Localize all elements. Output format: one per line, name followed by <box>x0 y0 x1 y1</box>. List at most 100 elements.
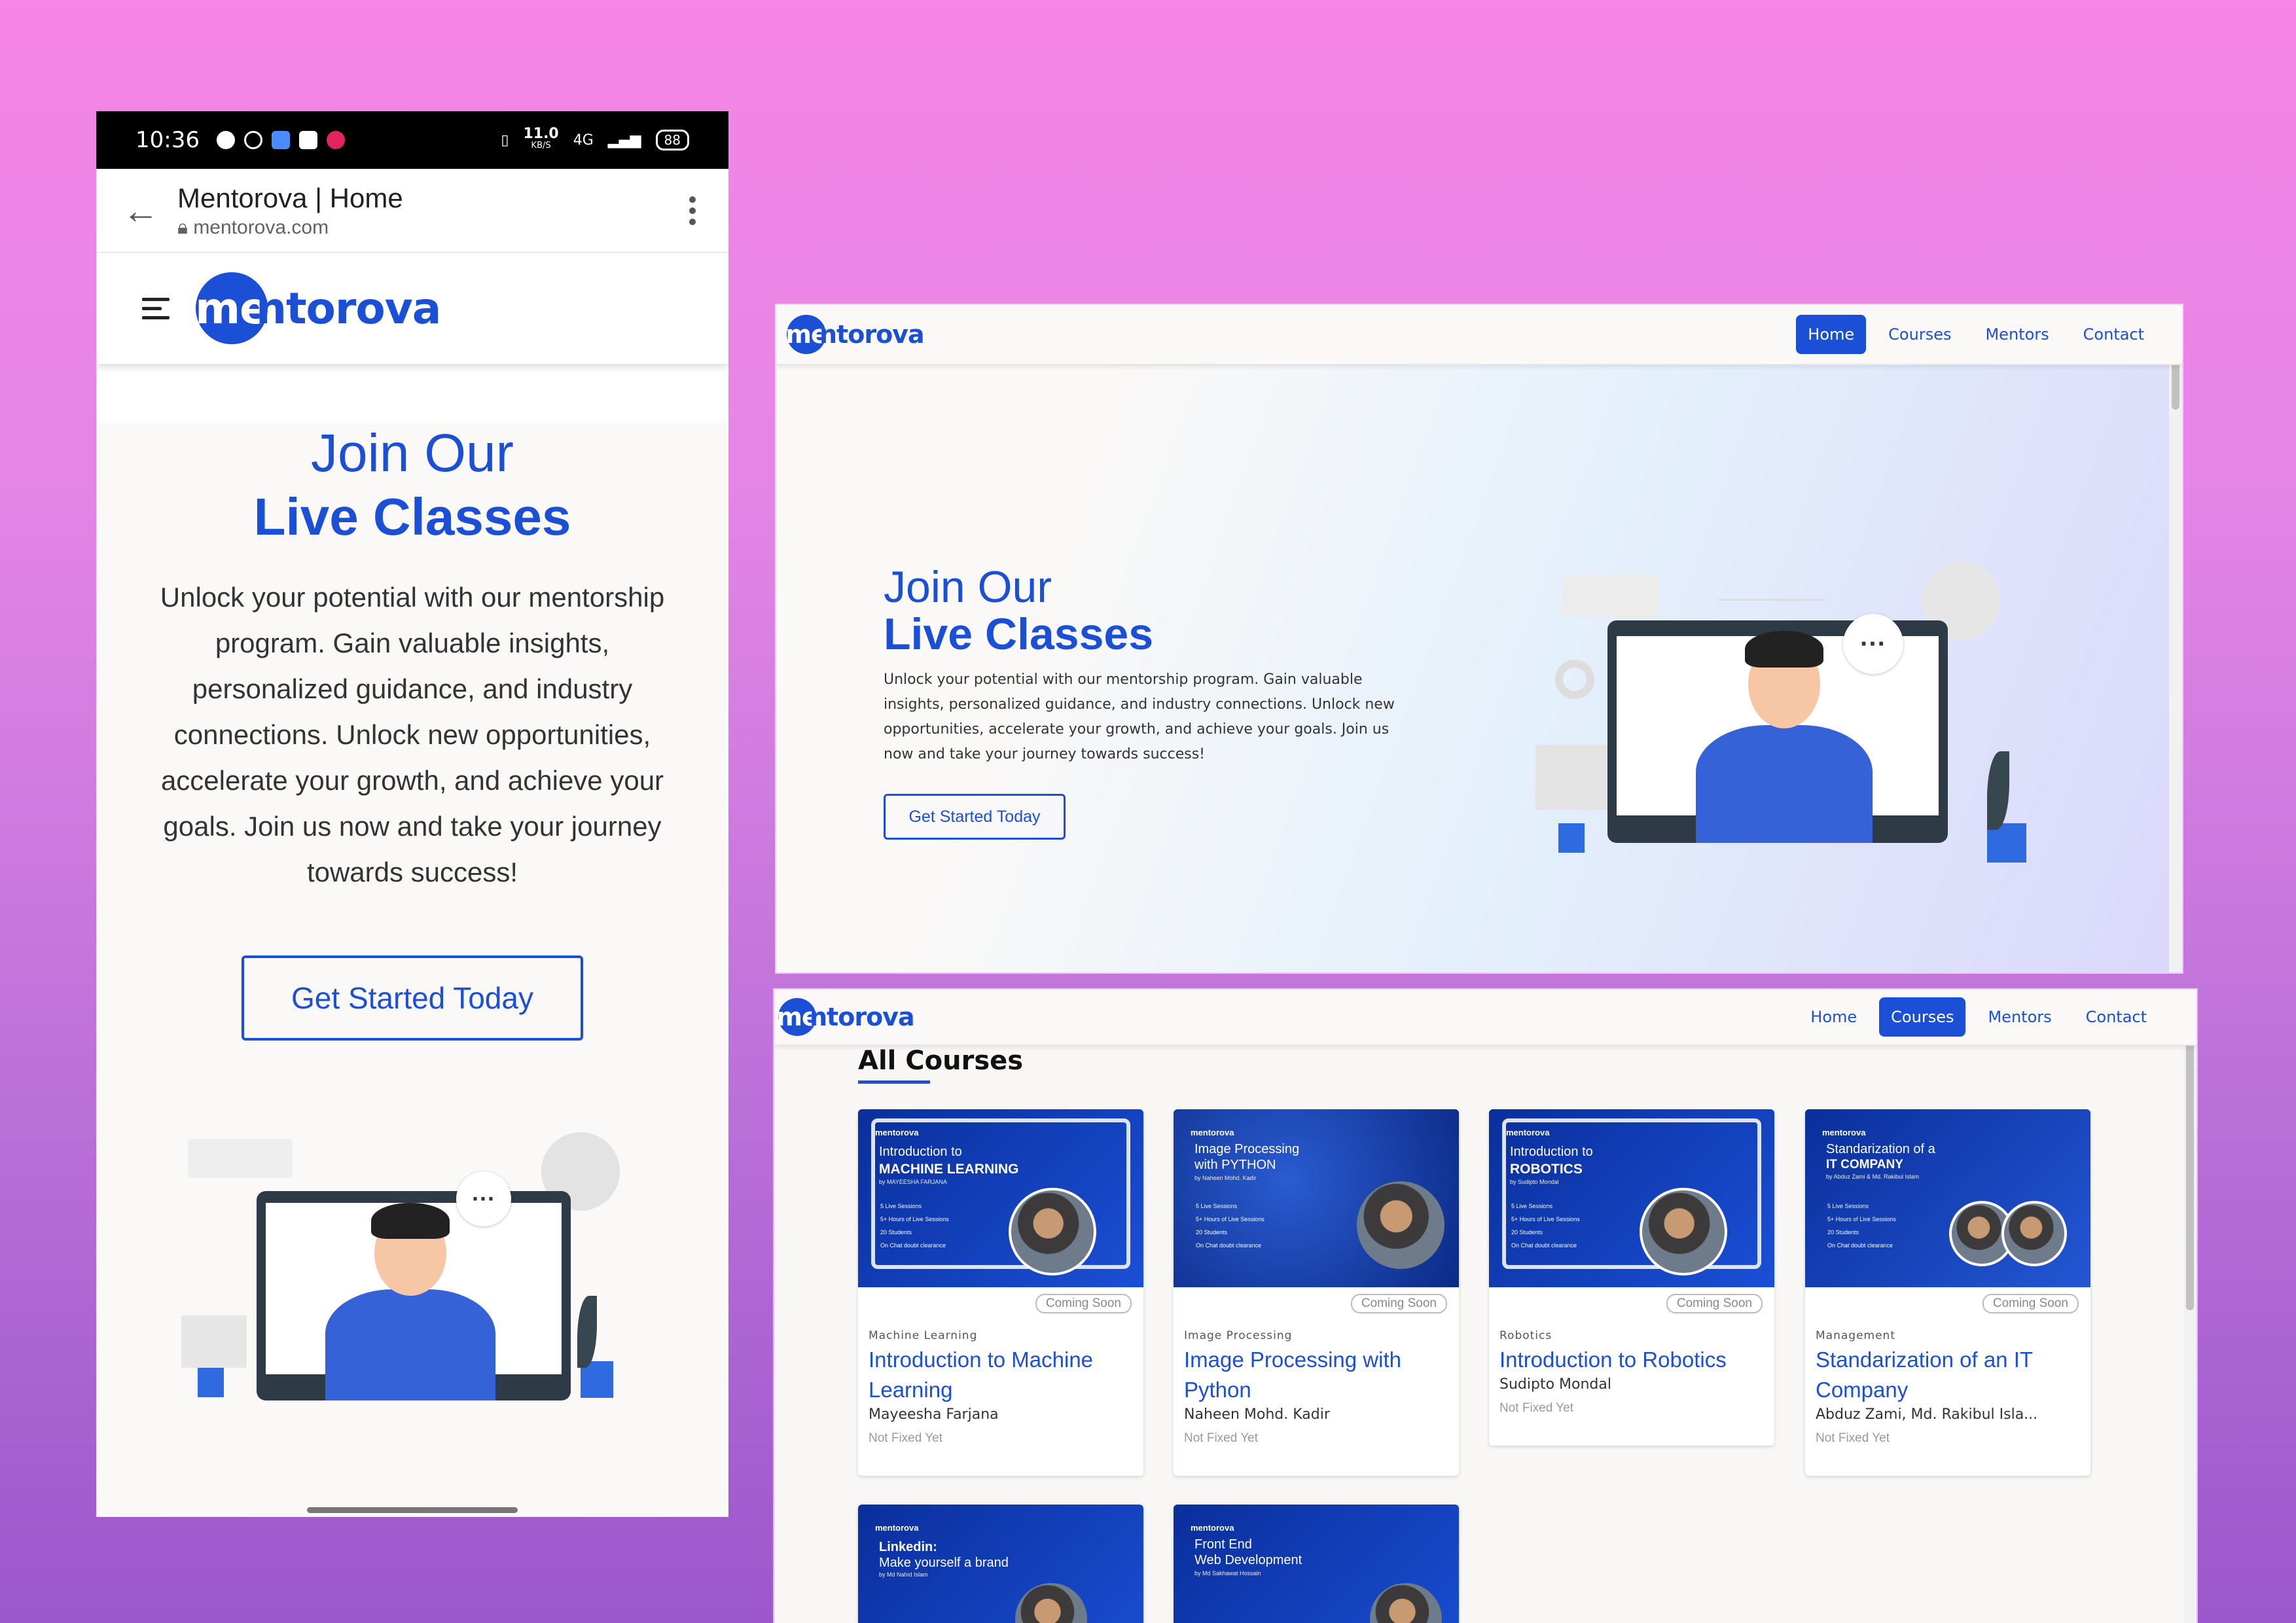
desktop-courses-window: me ntorova Home Courses Mentors Contact … <box>774 990 2197 1623</box>
bullet: 5+ Hours of Live Sessions <box>1196 1216 1265 1222</box>
deco-bars <box>1719 568 1823 601</box>
thumb-bullets: 5 Live Sessions 5+ Hours of Live Sessions… <box>1196 1200 1265 1252</box>
course-author: Naheen Mohd. Kadir <box>1184 1406 1330 1423</box>
deco-donut <box>1555 660 1594 699</box>
panda-icon <box>326 131 345 149</box>
status-time: 10:36 <box>135 127 200 153</box>
phone-screenshot: 10:36 ▯ 11.0 KB/S 4G ▂▄▆ 88 ← Mentorova |… <box>96 111 728 1517</box>
thumb-by: by Sudipto Mondal <box>1510 1179 1559 1185</box>
cactus-pot <box>1558 823 1585 853</box>
course-card[interactable]: mentorova Introduction to ROBOTICS by Su… <box>1489 1109 1774 1446</box>
speed-unit: KB/S <box>531 141 551 151</box>
get-started-button[interactable]: Get Started Today <box>242 955 583 1041</box>
logo-rest: ntorova <box>819 320 925 349</box>
nav-mentors[interactable]: Mentors <box>1973 315 2060 354</box>
wifi-calling-icon <box>243 131 262 149</box>
course-title[interactable]: Image Processing with Python <box>1184 1345 1448 1405</box>
course-thumbnail: mentorova Image Processing with PYTHON b… <box>1174 1109 1459 1287</box>
speech-bubble: ··· <box>1843 614 1903 674</box>
person <box>325 1289 495 1400</box>
course-date: Not Fixed Yet <box>1499 1401 1574 1415</box>
course-category: Image Processing <box>1184 1329 1293 1342</box>
thumb-line1: Image Processing <box>1194 1142 1300 1156</box>
course-card[interactable]: mentorova Front End Web Development by M… <box>1174 1505 1459 1623</box>
thumb-line1: Linkedin: <box>879 1540 937 1554</box>
speed-value: 11.0 <box>523 126 559 142</box>
nav-mentors[interactable]: Mentors <box>1976 997 2063 1037</box>
bullet: 5+ Hours of Live Sessions <box>1827 1216 1896 1222</box>
course-card[interactable]: mentorova Linkedin: Make yourself a bran… <box>858 1505 1143 1623</box>
nav-courses[interactable]: Courses <box>1879 997 1966 1037</box>
navbar: me ntorova Home Courses Mentors Contact <box>774 990 2197 1046</box>
logo-rest: ntorova <box>810 1003 915 1031</box>
bullet: 20 Students <box>1827 1229 1859 1236</box>
course-thumbnail: mentorova Introduction to MACHINE LEARNI… <box>858 1109 1143 1287</box>
deco-chat <box>188 1139 293 1178</box>
scrollbar[interactable] <box>2169 305 2182 972</box>
course-date: Not Fixed Yet <box>869 1431 943 1445</box>
bullet: On Chat doubt clearance <box>880 1242 946 1249</box>
mentorova-logo[interactable]: me ntorova <box>785 315 925 354</box>
vibrate-icon: ▯ <box>501 132 509 149</box>
coming-soon-badge: Coming Soon <box>1666 1294 1763 1313</box>
nav-home[interactable]: Home <box>1799 997 1869 1037</box>
thumb-bullets: 5 Live Sessions 5+ Hours of Live Sessions… <box>1827 1200 1896 1252</box>
hero-illustration: ··· <box>1529 562 2053 863</box>
nav-courses[interactable]: Courses <box>1876 315 1963 354</box>
battery-icon: 88 <box>655 130 689 151</box>
get-started-button[interactable]: Get Started Today <box>884 794 1066 840</box>
thumb-logo: mentorova <box>1506 1128 1550 1137</box>
all-courses-heading: All Courses <box>858 1046 1024 1084</box>
course-card[interactable]: mentorova Introduction to MACHINE LEARNI… <box>858 1109 1143 1476</box>
thumb-line1: Standarization of a <box>1826 1142 1935 1156</box>
hero-description: Unlock your potential with our mentorshi… <box>884 671 1395 762</box>
more-options-icon[interactable] <box>689 196 696 225</box>
network-type: 4G <box>573 132 594 149</box>
course-title[interactable]: Standarization of an IT Company <box>1816 1345 2080 1405</box>
bullet: 20 Students <box>1196 1229 1228 1236</box>
thumb-line2: Web Development <box>1194 1553 1302 1567</box>
scrollbar[interactable] <box>2183 990 2197 1623</box>
thumb-bullets: 5 Live Sessions 5+ Hours of Live Sessions… <box>1511 1200 1580 1252</box>
url-text: mentorova.com <box>193 216 329 238</box>
course-category: Robotics <box>1499 1329 1552 1342</box>
coming-soon-badge: Coming Soon <box>1982 1294 2079 1313</box>
gesture-bar <box>307 1507 518 1513</box>
nav-contact[interactable]: Contact <box>2074 997 2159 1037</box>
course-thumbnail: mentorova Standarization of a IT COMPANY… <box>1805 1109 2090 1287</box>
deco-books <box>181 1315 247 1368</box>
spacer <box>96 364 728 423</box>
course-card[interactable]: mentorova Image Processing with PYTHON b… <box>1174 1109 1459 1476</box>
course-author: Sudipto Mondal <box>1499 1376 1611 1393</box>
course-title[interactable]: Introduction to Machine Learning <box>869 1345 1133 1405</box>
bullet: 20 Students <box>880 1229 912 1236</box>
bullet: 5 Live Sessions <box>1196 1203 1238 1209</box>
course-card[interactable]: mentorova Standarization of a IT COMPANY… <box>1805 1109 2090 1476</box>
bullet: On Chat doubt clearance <box>1196 1242 1262 1249</box>
nav-home[interactable]: Home <box>1796 315 1867 354</box>
desktop-home-window: me ntorova Home Courses Mentors Contact … <box>776 305 2182 972</box>
person-hair <box>371 1203 450 1239</box>
bullet: 5 Live Sessions <box>880 1203 922 1209</box>
nav-contact[interactable]: Contact <box>2072 315 2156 354</box>
status-bar: 10:36 ▯ 11.0 KB/S 4G ▂▄▆ 88 <box>96 111 728 169</box>
course-thumbnail: mentorova Linkedin: Make yourself a bran… <box>858 1505 1143 1623</box>
thumb-line2: MACHINE LEARNING <box>879 1162 1019 1177</box>
thumb-line1: Front End <box>1194 1537 1252 1552</box>
mentorova-logo[interactable]: me ntorova <box>195 272 441 344</box>
person-hair <box>1745 631 1823 668</box>
thumb-line2: IT COMPANY <box>1826 1158 1903 1171</box>
url-box[interactable]: Mentorova | Home 🔒︎ mentorova.com <box>177 183 403 239</box>
course-author: Mayeesha Farjana <box>869 1406 999 1423</box>
page-title: Mentorova | Home <box>177 182 403 213</box>
hero-join: Join Our <box>311 423 514 483</box>
thumb-bullets: 5 Live Sessions 5+ Hours of Live Sessions… <box>880 1200 949 1252</box>
network-speed: 11.0 KB/S <box>523 126 559 152</box>
course-title[interactable]: Introduction to Robotics <box>1499 1345 1764 1375</box>
bullet: 5 Live Sessions <box>1511 1203 1553 1209</box>
course-author: Abduz Zami, Md. Rakibul Isla... <box>1816 1406 2038 1423</box>
back-arrow-icon[interactable]: ← <box>122 192 164 229</box>
mentorova-logo[interactable]: me ntorova <box>776 998 915 1036</box>
hamburger-menu-icon[interactable] <box>142 297 170 319</box>
mentor-photo <box>1640 1188 1727 1275</box>
